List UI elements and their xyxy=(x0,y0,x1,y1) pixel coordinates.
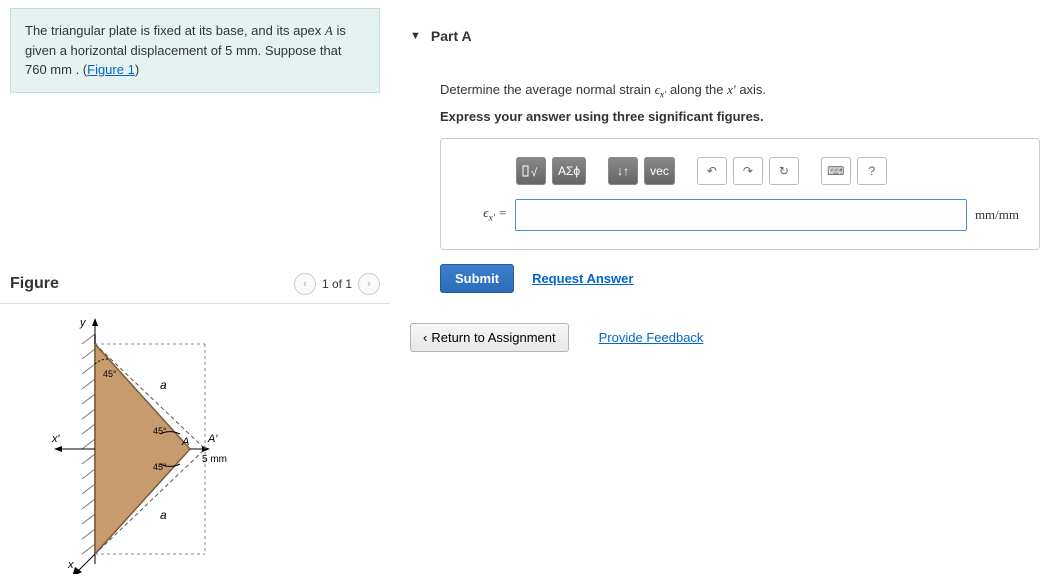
axis-y-label: y xyxy=(79,317,87,329)
axis-symbol: x′ xyxy=(727,82,736,97)
point-A: A xyxy=(181,436,189,448)
figure-title: Figure xyxy=(10,275,59,293)
disp-label: 5 mm xyxy=(202,454,227,465)
strain-symbol: ϵx′ xyxy=(655,82,667,97)
side-a-top: a xyxy=(160,378,167,392)
submit-button[interactable]: Submit xyxy=(440,264,514,293)
undo-button[interactable]: ↶ xyxy=(697,157,727,185)
figure-nav: ‹ 1 of 1 › xyxy=(294,273,380,295)
collapse-icon: ▼ xyxy=(410,30,421,42)
figure-link[interactable]: Figure 1 xyxy=(87,62,135,77)
reset-button[interactable]: ↻ xyxy=(769,157,799,185)
side-a-bot: a xyxy=(160,508,167,522)
axis-x-label: x xyxy=(67,559,74,571)
return-button[interactable]: ‹ Return to Assignment xyxy=(410,323,569,352)
axis-xprime-label: x′ xyxy=(51,433,61,445)
subscript-button[interactable]: ↓↑ xyxy=(608,157,638,185)
vec-button[interactable]: vec xyxy=(644,157,675,185)
figure-prev-button[interactable]: ‹ xyxy=(294,273,316,295)
problem-statement: The triangular plate is fixed at its bas… xyxy=(10,8,380,93)
keyboard-button[interactable]: ⌨ xyxy=(821,157,851,185)
svg-text:√: √ xyxy=(531,167,538,179)
problem-text-after: ) xyxy=(135,62,139,77)
angle-mid1: 45° xyxy=(153,426,167,436)
help-button[interactable]: ? xyxy=(857,157,887,185)
point-Aprime: A′ xyxy=(207,433,218,445)
problem-text: The triangular plate is fixed at its bas… xyxy=(25,23,325,38)
request-answer-link[interactable]: Request Answer xyxy=(532,271,633,286)
equation-toolbar: √ ΑΣϕ ↓↑ vec ↶ ↷ ↻ ⌨ ? xyxy=(461,157,1019,185)
apex-var: A xyxy=(325,23,333,38)
part-title: Part A xyxy=(431,28,472,44)
answer-input[interactable] xyxy=(515,199,967,231)
figure-nav-text: 1 of 1 xyxy=(322,277,352,291)
templates-button[interactable]: √ xyxy=(516,157,546,185)
greek-button[interactable]: ΑΣϕ xyxy=(552,157,586,185)
chevron-left-icon: ‹ xyxy=(423,330,427,345)
feedback-link[interactable]: Provide Feedback xyxy=(599,330,704,345)
figure-image: y x′ x 45° 45° 45° a a A A′ 5 xyxy=(0,304,390,587)
question-text: Determine the average normal strain ϵx′ … xyxy=(440,82,1040,101)
answer-box: √ ΑΣϕ ↓↑ vec ↶ ↷ ↻ ⌨ ? ϵx′ = xyxy=(440,138,1040,250)
part-header[interactable]: ▼ Part A xyxy=(410,28,1040,52)
redo-button[interactable]: ↷ xyxy=(733,157,763,185)
equation-label: ϵx′ = xyxy=(461,205,507,224)
figure-next-button[interactable]: › xyxy=(358,273,380,295)
angle-mid2: 45° xyxy=(153,462,167,472)
angle-top: 45° xyxy=(103,369,117,379)
instruction-text: Express your answer using three signific… xyxy=(440,109,1040,124)
unit-label: mm/mm xyxy=(975,207,1019,223)
